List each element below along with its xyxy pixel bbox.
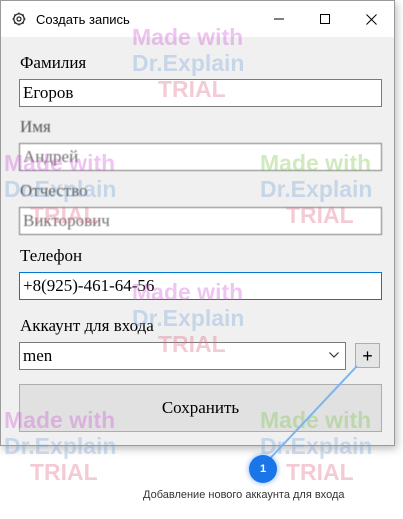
callout-line — [262, 365, 358, 467]
callout-number: 1 — [259, 463, 267, 475]
callout-marker: 1 — [249, 455, 277, 483]
callout-text: Добавление нового аккаунта для входа — [143, 489, 345, 501]
